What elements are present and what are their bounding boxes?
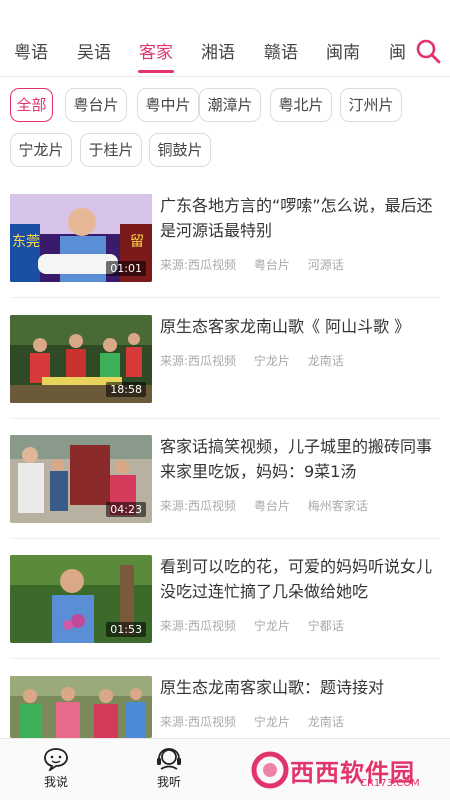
video-duration: 18:58 [106,382,146,397]
nav-listen-label: 我听 [156,775,181,789]
video-thumbnail[interactable]: 东莞 留 01:01 [10,194,152,282]
tab-xiang[interactable]: 湘语 [201,38,235,63]
video-source: 来源:西瓜视频 [160,499,237,513]
divider [0,76,450,77]
divider [10,658,440,659]
top-tab-bar: 粤语 吴语 客家 湘语 赣语 闽南 闽 [0,0,450,78]
chip-tingzhou[interactable]: 汀州片 [340,88,402,122]
divider [10,538,440,539]
video-dialect-tag: 梅州客家话 [307,499,368,513]
video-title[interactable]: 客家话搞笑视频，儿子城里的搬砖同事来家里吃饭，妈妈：9菜1汤 [160,434,442,484]
video-item[interactable]: 18:58 原生态客家龙南山歌《 阿山斗歌 》 来源:西瓜视频 宁龙片 龙南话 [0,315,450,435]
chip-yuetai[interactable]: 粤台片 [65,88,127,122]
svg-text:留: 留 [130,234,144,250]
video-title[interactable]: 广东各地方言的“啰嗦”怎么说，最后还是河源话最特别 [160,193,442,243]
tab-gan[interactable]: 赣语 [264,38,298,63]
video-thumbnail[interactable]: 18:58 [10,315,152,403]
video-thumbnail-image [10,676,152,738]
video-source: 来源:西瓜视频 [160,619,237,633]
video-meta: 来源:西瓜视频 宁龙片 宁都话 [160,617,358,634]
watermark: 西西软件园 CR173.COM [250,744,440,796]
tab-hakka[interactable]: 客家 [139,38,173,63]
chip-ninglong[interactable]: 宁龙片 [10,133,72,167]
search-button[interactable] [414,37,442,65]
video-meta: 来源:西瓜视频 宁龙片 龙南话 [160,713,358,730]
video-source: 来源:西瓜视频 [160,258,237,272]
video-thumbnail[interactable]: 04:23 [10,435,152,523]
nav-speak-label: 我说 [43,775,68,789]
chip-yuebei[interactable]: 粤北片 [270,88,332,122]
video-source: 来源:西瓜视频 [160,715,237,729]
speech-bubble-icon [44,748,68,771]
watermark-logo-icon [251,751,289,789]
chip-chaozhang[interactable]: 潮漳片 [199,88,261,122]
video-region: 宁龙片 [253,354,290,368]
video-dialect-tag: 河源话 [307,258,344,272]
video-meta: 来源:西瓜视频 粤台片 河源话 [160,256,358,273]
video-thumbnail[interactable]: 01:53 [10,555,152,643]
video-title[interactable]: 原生态客家龙南山歌《 阿山斗歌 》 [160,314,442,339]
video-item[interactable]: 东莞 留 01:01 广东各地方言的“啰嗦”怎么说，最后还是河源话最特别 来源:… [0,194,450,314]
video-source: 来源:西瓜视频 [160,354,237,368]
video-region: 宁龙片 [253,715,290,729]
divider [10,297,440,298]
chip-all[interactable]: 全部 [10,88,53,122]
chip-tonggu[interactable]: 铜鼓片 [149,133,211,167]
video-duration: 01:53 [106,622,146,637]
video-duration: 04:23 [106,502,146,517]
video-title[interactable]: 原生态龙南客家山歌：题诗接对 [160,675,442,700]
video-region: 粤台片 [253,258,290,272]
active-tab-indicator [138,70,174,73]
video-item[interactable]: 01:53 看到可以吃的花，可爱的妈妈听说女儿没吃过连忙摘了几朵做给她吃 来源:… [0,555,450,675]
video-duration: 01:01 [106,261,146,276]
video-item[interactable]: 04:23 客家话搞笑视频，儿子城里的搬砖同事来家里吃饭，妈妈：9菜1汤 来源:… [0,435,450,555]
tab-cantonese[interactable]: 粤语 [14,38,48,63]
nav-listen[interactable]: 我听 [139,743,199,799]
divider [10,418,440,419]
video-region: 宁龙片 [253,619,290,633]
video-dialect-tag: 龙南话 [307,715,344,729]
video-meta: 来源:西瓜视频 宁龙片 龙南话 [160,352,358,369]
tab-minnan[interactable]: 闽南 [326,38,360,63]
video-dialect-tag: 龙南话 [307,354,344,368]
watermark-domain: CR173.COM [360,778,420,789]
video-title[interactable]: 看到可以吃的花，可爱的妈妈听说女儿没吃过连忙摘了几朵做给她吃 [160,554,442,604]
svg-text:东莞: 东莞 [12,234,40,250]
search-icon [416,39,441,64]
tab-wu[interactable]: 吴语 [77,38,111,63]
video-dialect-tag: 宁都话 [307,619,344,633]
chip-yugui[interactable]: 于桂片 [80,133,142,167]
video-thumbnail[interactable] [10,676,152,738]
headphones-icon [157,748,181,770]
tab-min-partial[interactable]: 闽 [389,38,407,63]
chip-yuezhong[interactable]: 粤中片 [137,88,199,122]
video-meta: 来源:西瓜视频 粤台片 梅州客家话 [160,497,382,514]
nav-speak[interactable]: 我说 [26,743,86,799]
video-region: 粤台片 [253,499,290,513]
